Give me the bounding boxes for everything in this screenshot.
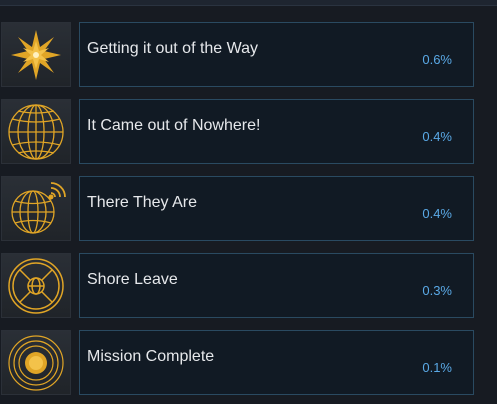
achievement-unlock-percent: 0.1% [422, 360, 452, 375]
achievement-unlock-percent: 0.4% [422, 129, 452, 144]
achievement-row[interactable]: Mission Complete 0.1% [0, 330, 497, 395]
achievement-icon-frame [1, 99, 71, 164]
achievement-info: Getting it out of the Way 0.6% [79, 22, 474, 87]
achievement-row[interactable]: It Came out of Nowhere! 0.4% [0, 99, 497, 164]
achievement-unlock-percent: 0.4% [422, 206, 452, 221]
solar-orbit-icon [8, 334, 64, 391]
globe-signal-icon [11, 181, 66, 234]
achievement-title: It Came out of Nowhere! [87, 117, 261, 134]
achievement-unlock-percent: 0.3% [422, 283, 452, 298]
porthole-globe-icon [8, 257, 64, 314]
achievement-title: Mission Complete [87, 348, 215, 365]
achievement-icon-frame [1, 253, 71, 318]
globe-grid-icon [8, 103, 64, 160]
achievement-row[interactable]: There They Are 0.4% [0, 176, 497, 241]
achievement-unlock-percent: 0.6% [422, 52, 452, 67]
achievement-row[interactable]: Getting it out of the Way 0.6% [0, 22, 497, 87]
achievement-info: There They Are 0.4% [79, 176, 474, 241]
achievement-list: Getting it out of the Way 0.6% It Came o… [0, 0, 497, 404]
achievement-title: Getting it out of the Way [87, 40, 259, 57]
achievement-row[interactable]: Shore Leave 0.3% [0, 253, 497, 318]
achievement-icon-frame [1, 176, 71, 241]
star-burst-icon [11, 29, 61, 80]
achievement-info: Mission Complete 0.1% [79, 330, 474, 395]
achievement-icon-frame [1, 330, 71, 395]
achievement-info: Shore Leave 0.3% [79, 253, 474, 318]
achievement-title: There They Are [87, 194, 197, 211]
achievement-icon-frame [1, 22, 71, 87]
achievement-title: Shore Leave [87, 271, 178, 288]
achievement-info: It Came out of Nowhere! 0.4% [79, 99, 474, 164]
